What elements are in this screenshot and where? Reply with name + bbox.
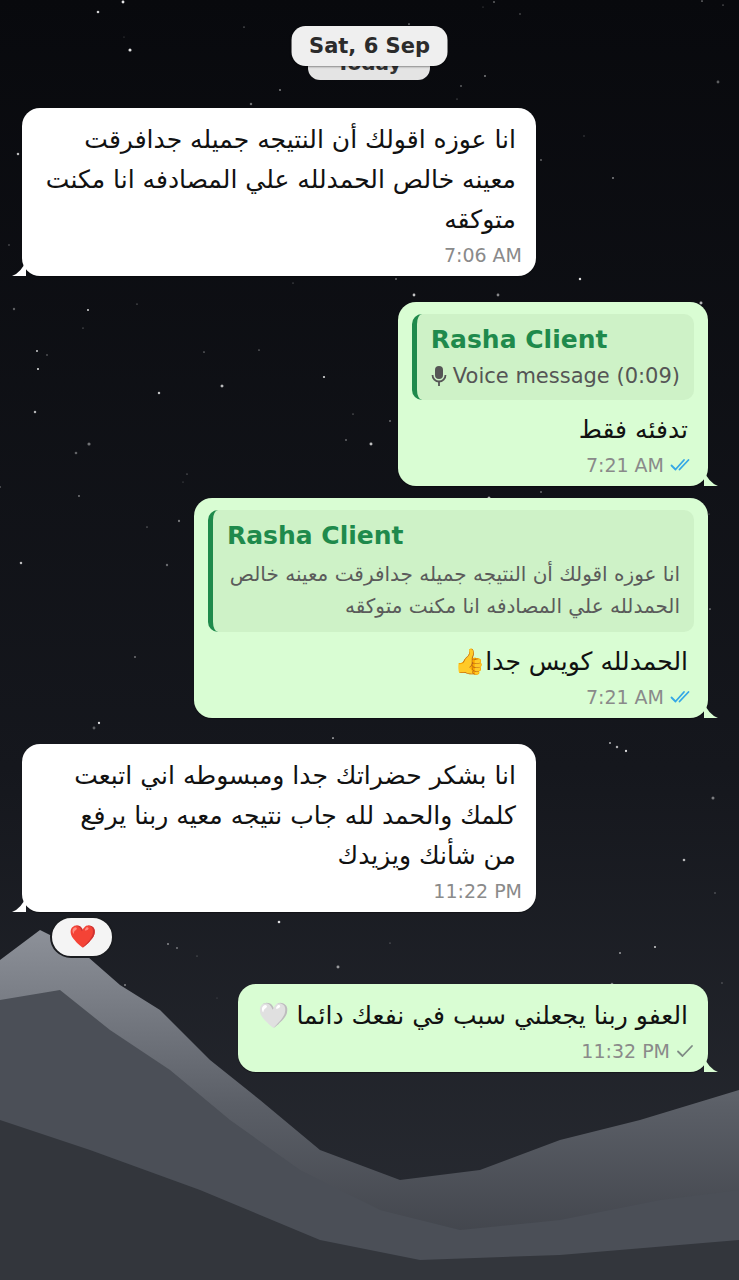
outgoing-bubble[interactable]: Rasha Client انا عوزه اقولك أن النتيجه جم… xyxy=(194,498,708,718)
message-text: تدفئه فقط xyxy=(412,410,694,450)
check-icon xyxy=(676,1043,694,1059)
reaction-emoji: ❤️ xyxy=(69,923,96,951)
quote-text: انا عوزه اقولك أن النتيجه جميله جدافرقت … xyxy=(227,558,680,622)
quote-text: Voice message (0:09) xyxy=(453,362,680,390)
date-pill: Sat, 6 Sep xyxy=(291,26,448,66)
message-time: 11:22 PM xyxy=(433,878,522,904)
message-row: انا بشكر حضراتك جدا ومبسوطه اني اتبعت كل… xyxy=(0,744,739,912)
message-meta: 7:06 AM xyxy=(36,242,522,268)
message-text: الحمدلله كويس جدا👍 xyxy=(208,642,694,682)
message-time: 7:21 AM xyxy=(586,452,664,478)
read-indicator xyxy=(676,1043,694,1059)
voice-line: Voice message (0:09) xyxy=(431,362,680,390)
microphone-icon xyxy=(431,365,447,387)
double-check-icon xyxy=(670,689,694,705)
bubble-tail-icon xyxy=(704,1056,718,1072)
quoted-message[interactable]: Rasha Client انا عوزه اقولك أن النتيجه جم… xyxy=(208,510,694,632)
bubble-tail-icon xyxy=(12,896,26,912)
reaction-row: ❤️ xyxy=(0,916,739,958)
incoming-bubble[interactable]: انا بشكر حضراتك جدا ومبسوطه اني اتبعت كل… xyxy=(22,744,536,912)
message-text: العفو ربنا يجعلني سبب في نفعك دائما 🤍 xyxy=(252,996,695,1036)
outgoing-bubble[interactable]: العفو ربنا يجعلني سبب في نفعك دائما 🤍11:… xyxy=(238,984,709,1072)
message-meta: 7:21 AM xyxy=(412,452,694,478)
date-label: Sat, 6 Sep xyxy=(309,34,430,58)
quote-author: Rasha Client xyxy=(227,520,680,552)
quoted-message[interactable]: Rasha Client Voice message (0:09) xyxy=(412,314,694,400)
message-row: انا عوزه اقولك أن النتيجه جميله جدافرقت … xyxy=(0,108,739,276)
message-time: 7:21 AM xyxy=(586,684,664,710)
message-text: انا عوزه اقولك أن النتيجه جميله جدافرقت … xyxy=(36,120,522,240)
message-meta: 7:21 AM xyxy=(208,684,694,710)
read-indicator xyxy=(670,689,694,705)
message-row: Rasha Client Voice message (0:09) تدفئه فق… xyxy=(0,302,739,486)
bubble-tail-icon xyxy=(12,260,26,276)
message-row: العفو ربنا يجعلني سبب في نفعك دائما 🤍11:… xyxy=(0,984,739,1072)
message-time: 11:32 PM xyxy=(581,1038,670,1064)
incoming-bubble[interactable]: انا عوزه اقولك أن النتيجه جميله جدافرقت … xyxy=(22,108,536,276)
message-row: Rasha Client انا عوزه اقولك أن النتيجه جم… xyxy=(0,498,739,718)
bubble-tail-icon xyxy=(704,470,718,486)
outgoing-bubble[interactable]: Rasha Client Voice message (0:09) تدفئه فق… xyxy=(398,302,708,486)
date-header: TodaySat, 6 Sep xyxy=(0,0,739,92)
double-check-icon xyxy=(670,457,694,473)
bubble-tail-icon xyxy=(704,702,718,718)
read-indicator xyxy=(670,457,694,473)
message-meta: 11:22 PM xyxy=(36,878,522,904)
message-meta: 11:32 PM xyxy=(252,1038,695,1064)
reaction-badge[interactable]: ❤️ xyxy=(50,916,114,958)
message-time: 7:06 AM xyxy=(444,242,522,268)
message-text: انا بشكر حضراتك جدا ومبسوطه اني اتبعت كل… xyxy=(36,756,522,876)
quote-author: Rasha Client xyxy=(431,324,680,356)
